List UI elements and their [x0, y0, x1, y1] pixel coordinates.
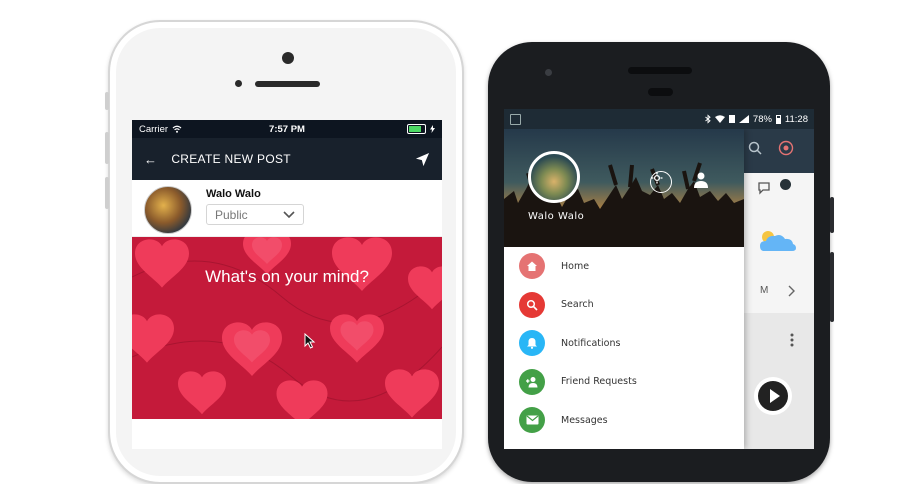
privacy-value: Public	[215, 207, 248, 222]
drawer-item-friend-requests[interactable]: Friend Requests	[504, 363, 744, 402]
bell-icon	[519, 330, 545, 357]
row-letter: M	[760, 285, 769, 296]
search-icon	[519, 291, 545, 318]
post-author-row: Walo Walo Public	[132, 180, 442, 237]
drawer-item-label: Notifications	[561, 337, 621, 349]
play-icon	[758, 381, 788, 411]
volume-rocker	[830, 252, 834, 322]
power-button	[830, 197, 834, 233]
sim-icon	[728, 115, 735, 123]
drawer-item-label: Search	[561, 299, 594, 311]
avatar[interactable]	[144, 186, 192, 234]
create-post-screen: Carrier 7:57 PM ← CREATE NEW POST Walo W…	[132, 120, 442, 449]
drawer-header: Walo Walo	[504, 129, 744, 247]
mouse-cursor-icon	[304, 333, 316, 349]
more-vertical-icon[interactable]	[790, 333, 794, 350]
status-time: 7:57 PM	[269, 123, 305, 135]
chevron-right-icon[interactable]	[788, 285, 796, 300]
drawer-item-label: Friend Requests	[561, 376, 637, 388]
drawer-item-label: Home	[561, 260, 590, 272]
home-icon	[519, 253, 545, 280]
earpiece-grille	[648, 88, 673, 96]
front-camera	[545, 69, 552, 76]
background-row-letter	[742, 269, 814, 314]
ios-status-bar: Carrier 7:57 PM	[132, 120, 442, 138]
privacy-select[interactable]: Public	[206, 204, 304, 225]
notification-icon	[510, 113, 521, 125]
drawer-menu: Home Search Notifications Friend Request…	[504, 247, 744, 440]
profile-person-icon[interactable]	[692, 171, 712, 191]
battery-percent: 78%	[752, 113, 772, 125]
drawer-item-notifications[interactable]: Notifications	[504, 324, 744, 363]
camera-icon[interactable]	[778, 140, 794, 159]
volume-down-button	[105, 177, 109, 209]
post-prompt-text[interactable]: What's on your mind?	[132, 267, 442, 287]
hearts-pattern	[132, 237, 442, 419]
mute-switch	[105, 92, 109, 110]
battery-icon	[775, 114, 781, 124]
volume-up-button	[105, 132, 109, 164]
chat-badge	[780, 179, 791, 190]
profile-avatar[interactable]	[528, 151, 580, 203]
android-status-bar: 78% 11:28	[504, 109, 814, 129]
proximity-sensor	[235, 80, 242, 87]
author-name: Walo Walo	[206, 188, 261, 200]
arrow-left-icon[interactable]: ←	[144, 152, 157, 167]
android-app-screen: 78% 11:28 M Walo Walo Home Search Notifi…	[504, 109, 814, 449]
earpiece-speaker	[255, 81, 320, 87]
navigation-drawer: Walo Walo Home Search Notifications Frie…	[504, 129, 744, 449]
drawer-item-search[interactable]: Search	[504, 286, 744, 325]
weather-cloud-icon	[760, 231, 796, 251]
page-title: CREATE NEW POST	[171, 152, 291, 166]
play-button[interactable]	[754, 377, 792, 415]
signal-icon	[738, 115, 749, 123]
mail-icon	[519, 407, 545, 434]
battery-icon	[407, 124, 426, 134]
create-post-header: ← CREATE NEW POST	[132, 138, 442, 180]
front-camera	[282, 52, 294, 64]
wifi-icon	[714, 115, 725, 123]
post-background-hearts[interactable]: What's on your mind?	[132, 237, 442, 419]
drawer-item-messages[interactable]: Messages	[504, 401, 744, 440]
background-row-chat	[742, 173, 814, 210]
earpiece-speaker	[628, 67, 692, 74]
drawer-item-label: Messages	[561, 414, 608, 426]
drawer-user-name: Walo Walo	[528, 211, 585, 222]
search-icon[interactable]	[748, 141, 762, 158]
drawer-item-home[interactable]: Home	[504, 247, 744, 286]
chevron-down-icon	[283, 210, 295, 219]
settings-icon[interactable]	[650, 171, 672, 193]
bluetooth-icon	[705, 114, 711, 124]
chat-icon	[757, 181, 773, 198]
send-icon[interactable]	[415, 152, 430, 167]
status-time: 11:28	[784, 113, 808, 125]
add-friend-icon	[519, 368, 545, 395]
